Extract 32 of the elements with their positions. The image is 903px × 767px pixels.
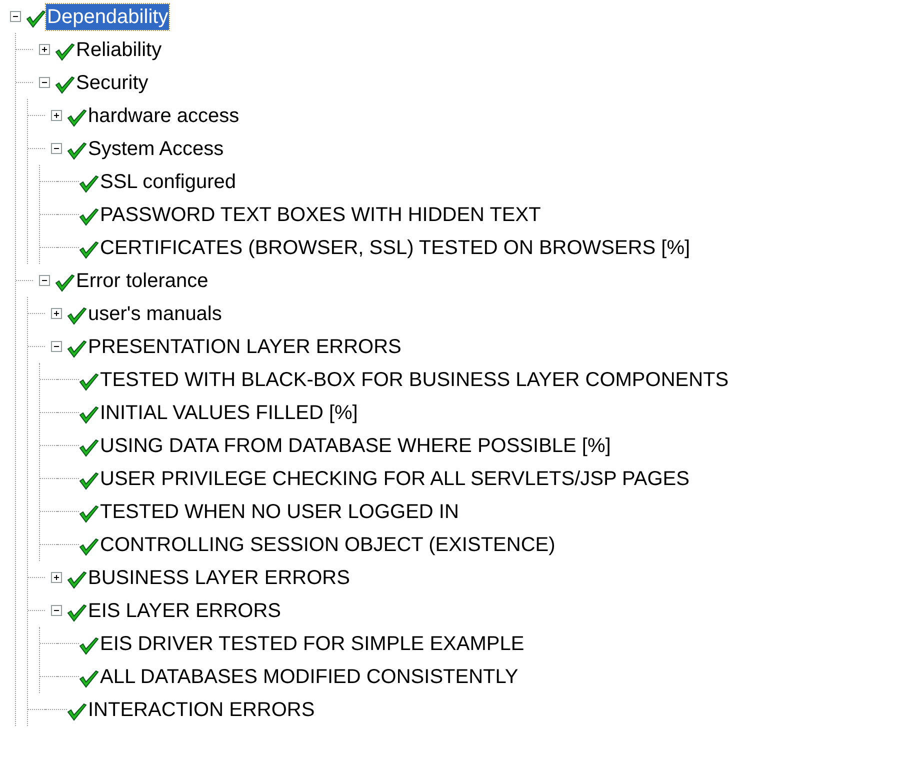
tree-item[interactable]: TESTED WHEN NO USER LOGGED IN: [99, 498, 460, 524]
expand-icon[interactable]: [50, 110, 62, 121]
tree-item[interactable]: CONTROLLING SESSION OBJECT (EXISTENCE): [99, 532, 556, 558]
tree-item[interactable]: PRESENTATION LAYER ERRORS: [87, 334, 402, 360]
tree-item[interactable]: EIS DRIVER TESTED FOR SIMPLE EXAMPLE: [99, 630, 526, 656]
tree-item[interactable]: BUSINESS LAYER ERRORS: [87, 564, 351, 590]
tree-item[interactable]: SSL configured: [99, 168, 238, 194]
tree-item[interactable]: INITIAL VALUES FILLED [%]: [99, 400, 359, 426]
tree-item[interactable]: System Access: [87, 136, 225, 162]
tree-item[interactable]: EIS LAYER ERRORS: [87, 598, 282, 624]
tree-item[interactable]: Reliability: [75, 36, 163, 62]
expand-icon[interactable]: [38, 44, 50, 55]
tree-item[interactable]: ALL DATABASES MODIFIED CONSISTENTLY: [99, 664, 520, 690]
tree-item[interactable]: CERTIFICATES (BROWSER, SSL) TESTED ON BROWSERS [%]: [99, 234, 692, 260]
tree-item[interactable]: USER PRIVILEGE CHECKING FOR ALL SERVLETS/JSP PAGES: [99, 466, 690, 492]
tree-item[interactable]: Security: [75, 70, 150, 96]
tree-item[interactable]: USING DATA FROM DATABASE WHERE POSSIBLE [%]: [99, 432, 612, 458]
tree-item[interactable]: INTERACTION ERRORS: [87, 696, 316, 722]
tree-item[interactable]: Dependability: [46, 4, 170, 30]
tree-item[interactable]: Error tolerance: [75, 268, 210, 294]
collapse-icon[interactable]: [50, 143, 62, 154]
tree-item[interactable]: TESTED WITH BLACK-BOX FOR BUSINESS LAYER COMPONENTS: [99, 366, 730, 392]
collapse-icon[interactable]: [38, 275, 50, 286]
tree-item[interactable]: PASSWORD TEXT BOXES WITH HIDDEN TEXT: [99, 202, 542, 228]
expand-icon[interactable]: [50, 308, 62, 319]
collapse-icon[interactable]: [10, 11, 20, 22]
collapse-icon[interactable]: [50, 341, 62, 352]
tree-item[interactable]: user's manuals: [87, 300, 223, 326]
collapse-icon[interactable]: [38, 77, 50, 88]
expand-icon[interactable]: [50, 572, 62, 583]
tree-item[interactable]: hardware access: [87, 102, 240, 128]
collapse-icon[interactable]: [50, 605, 62, 616]
